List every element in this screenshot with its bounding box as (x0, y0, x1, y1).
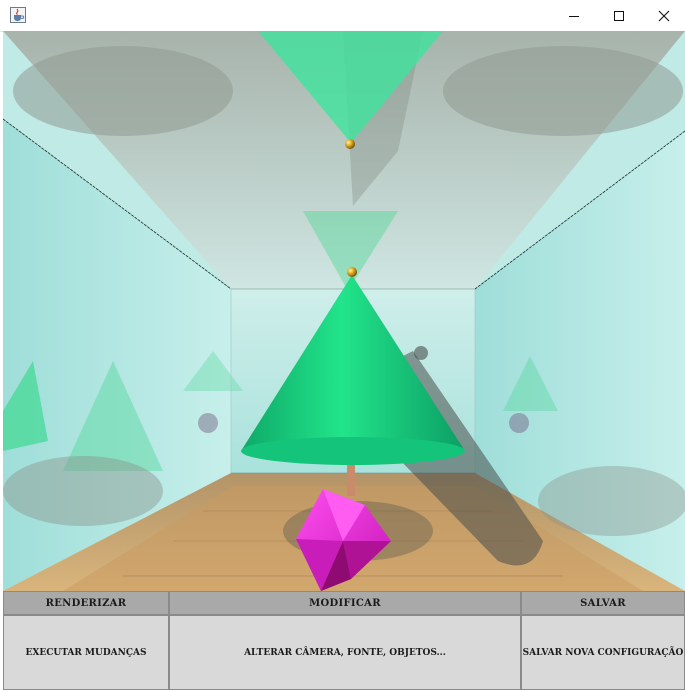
close-icon (658, 10, 669, 21)
maximize-icon (613, 10, 624, 21)
minimize-icon (568, 15, 579, 17)
execute-changes-button[interactable]: EXECUTAR MUDANÇAS (3, 615, 169, 690)
salvar-header: SALVAR (521, 591, 685, 615)
render-viewport (3, 31, 685, 591)
title-bar (0, 0, 685, 32)
control-panel: RENDERIZAR MODIFICAR SALVAR EXECUTAR MUD… (3, 591, 685, 690)
minimize-button[interactable] (551, 0, 596, 31)
renderizar-header: RENDERIZAR (3, 591, 169, 615)
maximize-button[interactable] (596, 0, 641, 31)
close-button[interactable] (641, 0, 685, 31)
modificar-header: MODIFICAR (169, 591, 521, 615)
modify-scene-button[interactable]: ALTERAR CÂMERA, FONTE, OBJETOS... (169, 615, 521, 690)
java-cup-icon (10, 7, 26, 23)
save-config-button[interactable]: SALVAR NOVA CONFIGURAÇÃO (521, 615, 685, 690)
